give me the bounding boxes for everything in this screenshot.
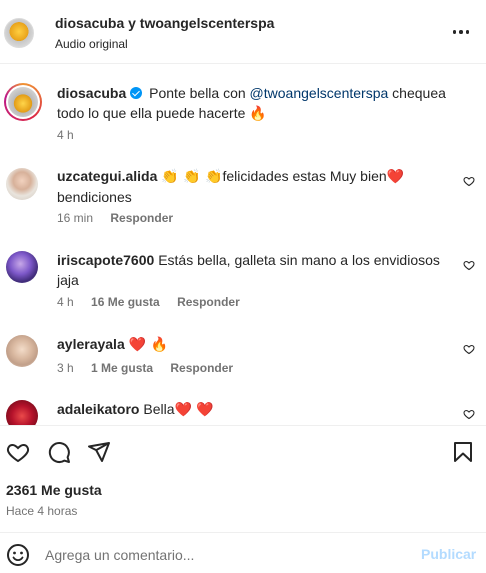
- audio-label[interactable]: Audio original: [55, 37, 128, 51]
- post-header: diosacuba y twoangelscenterspa Audio ori…: [0, 0, 486, 64]
- caption-mention[interactable]: @twoangelscenterspa: [250, 85, 389, 101]
- verified-badge-icon: [130, 87, 143, 99]
- comment-username[interactable]: aylerayala: [57, 336, 125, 352]
- heart-icon[interactable]: [6, 440, 30, 464]
- emoji-icon[interactable]: [6, 543, 30, 567]
- comment-like-heart-icon[interactable]: [463, 408, 475, 420]
- share-icon[interactable]: [87, 440, 111, 464]
- caption-author-avatar[interactable]: [4, 83, 42, 121]
- clap-emoji: 👏 👏 👏: [161, 169, 223, 185]
- heart-emoji: ❤️ ❤️: [174, 402, 214, 418]
- comment-composer: Publicar: [0, 532, 486, 573]
- comment-meta: 4 h 16 Me gusta Responder: [57, 295, 240, 309]
- fire-emoji: 🔥: [249, 106, 267, 122]
- comment-like-heart-icon[interactable]: [463, 259, 475, 271]
- comment-meta: 3 h 1 Me gusta Responder: [57, 361, 234, 375]
- caption-meta: 4 h: [57, 128, 88, 142]
- comment-likes[interactable]: 1 Me gusta: [91, 361, 153, 375]
- comment-like-heart-icon[interactable]: [463, 343, 475, 355]
- caption-body: Ponte bella con: [149, 85, 250, 101]
- heart-emoji: ❤️: [386, 169, 405, 185]
- more-horizontal-icon: [452, 30, 457, 34]
- comment-username[interactable]: uzcategui.alida: [57, 168, 157, 184]
- post-time[interactable]: Hace 4 horas: [6, 504, 77, 518]
- post-actions: 2361 Me gusta Hace 4 horas Publicar: [0, 425, 486, 573]
- more-options-button[interactable]: [448, 20, 474, 44]
- comment-avatar[interactable]: [6, 335, 38, 367]
- comment-text: iriscapote7600 Estás bella, galleta sin …: [57, 252, 440, 288]
- comment-text: adaleikatoro Bella❤️ ❤️: [57, 401, 214, 418]
- reply-button[interactable]: Responder: [177, 295, 240, 309]
- comment-text: uzcategui.alida 👏 👏 👏felicidades estas M…: [57, 168, 405, 205]
- comment-text: aylerayala ❤️ 🔥: [57, 334, 452, 355]
- heart-fire-emoji: ❤️ 🔥: [128, 337, 168, 353]
- comment-avatar[interactable]: [6, 168, 38, 200]
- comment-username[interactable]: adaleikatoro: [57, 401, 139, 417]
- comment-input[interactable]: [45, 544, 405, 566]
- comment-likes[interactable]: 16 Me gusta: [91, 295, 160, 309]
- author-names[interactable]: diosacuba y twoangelscenterspa: [55, 15, 274, 31]
- caption-time[interactable]: 4 h: [57, 128, 74, 142]
- comment-avatar[interactable]: [6, 251, 38, 283]
- bookmark-icon[interactable]: [451, 440, 475, 464]
- publish-button[interactable]: Publicar: [421, 546, 476, 562]
- reply-button[interactable]: Responder: [170, 361, 233, 375]
- comment-username[interactable]: iriscapote7600: [57, 252, 154, 268]
- comment-meta: 16 min Responder: [57, 211, 174, 225]
- comment-like-heart-icon[interactable]: [463, 175, 475, 187]
- reply-button[interactable]: Responder: [110, 211, 173, 225]
- caption-text: diosacuba Ponte bella con @twoangelscent…: [57, 83, 452, 124]
- comment-icon[interactable]: [47, 440, 71, 464]
- likes-count[interactable]: 2361 Me gusta: [6, 482, 102, 498]
- caption-username[interactable]: diosacuba: [57, 85, 126, 101]
- author-avatar[interactable]: [4, 18, 34, 48]
